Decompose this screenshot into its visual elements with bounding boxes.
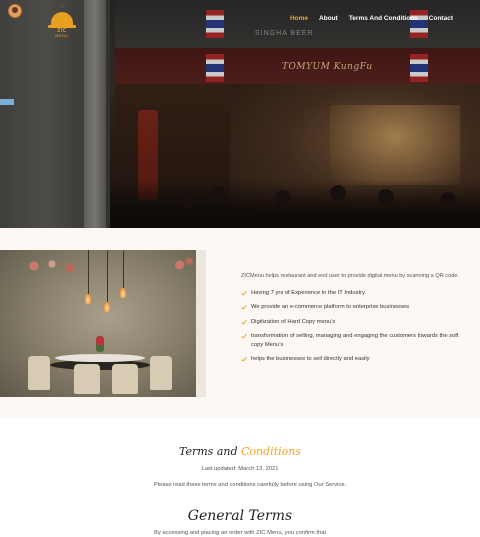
terms-title: Terms and Conditions (0, 445, 480, 458)
flowers-decor (170, 256, 194, 274)
terms-section: Terms and Conditions Last updated: March… (0, 418, 480, 537)
about-points: Having 7 yrs of Experience in the IT Ind… (241, 289, 469, 364)
list-item: We provide an e-commerce platform to ent… (241, 303, 469, 312)
nav-terms[interactable]: Terms And Conditions (349, 15, 418, 22)
about-text: ZICMenu helps restaurant and end user to… (241, 272, 469, 370)
lamp-wire (123, 250, 124, 288)
logo-sub: MENU (55, 33, 69, 38)
check-icon (241, 290, 247, 295)
about-point-text: Digitization of Hard Copy menu's (251, 318, 336, 325)
chair (150, 356, 172, 390)
lamp-icon (120, 288, 126, 298)
chair (112, 364, 138, 394)
nav-about[interactable]: About (319, 15, 338, 22)
logo[interactable]: ∴ ZIC MENU (48, 4, 76, 38)
about-point-text: helps the businesses to sell directly an… (251, 356, 370, 362)
check-icon (241, 304, 247, 310)
list-item: Digitization of Hard Copy menu's (241, 318, 469, 327)
about-point-text: Having 7 yrs of Experience in the IT Ind… (251, 289, 367, 296)
image-frame (196, 250, 206, 397)
nav-home[interactable]: Home (290, 15, 308, 22)
chair (74, 364, 100, 394)
about-point-text: We provide an e-commerce platform to ent… (251, 304, 410, 310)
vase (96, 336, 104, 352)
list-item: helps the businesses to sell directly an… (241, 355, 469, 364)
check-icon (241, 319, 247, 324)
side-tag (0, 99, 14, 105)
lamp-wire (88, 250, 89, 294)
chair (28, 356, 50, 390)
about-intro: ZICMenu helps restaurant and end user to… (241, 273, 459, 279)
main-nav: Home About Terms And Conditions Contact (290, 15, 453, 22)
about-section: ZICMenu helps restaurant and end user to… (0, 228, 480, 418)
check-icon (241, 333, 247, 339)
about-point-text: transformation of selling, managing and … (251, 333, 459, 348)
terms-updated: Last updated: March 13, 2021 (201, 466, 279, 472)
terms-title-part1: Terms and (179, 445, 238, 458)
list-item: transformation of selling, managing and … (241, 332, 469, 349)
avatar[interactable] (8, 4, 22, 18)
lamp-icon (85, 294, 91, 304)
flowers-decor (22, 256, 82, 276)
check-icon (241, 356, 247, 362)
terms-read-notice: Please read these terms and conditions c… (153, 482, 347, 488)
general-terms-title: General Terms (187, 508, 293, 524)
nav-contact[interactable]: Contact (429, 15, 453, 22)
logo-steam-icon: ∴ (60, 4, 64, 10)
terms-accept-text: By accessing and placing an order with Z… (153, 530, 327, 536)
cloche-icon (51, 12, 73, 26)
lamp-wire (107, 250, 108, 302)
restaurant-image (0, 250, 206, 397)
lamp-icon (104, 302, 110, 312)
terms-title-part2: Conditions (241, 445, 301, 458)
list-item: Having 7 yrs of Experience in the IT Ind… (241, 289, 469, 298)
table-top (55, 354, 145, 362)
